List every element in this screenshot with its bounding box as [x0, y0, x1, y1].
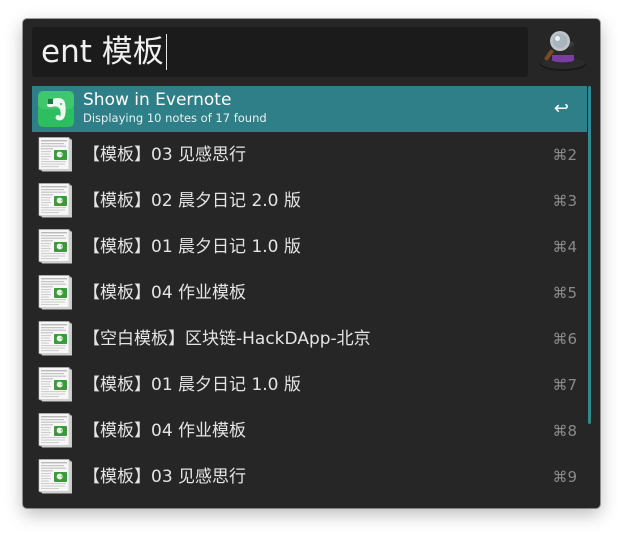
- result-shortcut: ⌘8: [552, 422, 577, 440]
- note-document-icon: [38, 275, 74, 311]
- result-title: 【模板】02 晨夕日记 2.0 版: [83, 191, 301, 211]
- result-row[interactable]: 【模板】02 晨夕日记 2.0 版 ⌘3: [32, 178, 587, 224]
- result-shortcut: ⌘3: [552, 192, 577, 210]
- note-document-icon: [38, 367, 74, 403]
- note-document-icon: [38, 137, 74, 173]
- search-query-text: ent 模板: [41, 32, 167, 72]
- result-title: 【模板】01 晨夕日记 1.0 版: [83, 237, 301, 257]
- result-title: 【模板】04 作业模板: [83, 283, 247, 303]
- search-query: ent 模板: [41, 34, 164, 70]
- result-title: 【模板】03 见感思行: [83, 145, 247, 165]
- return-key-icon: ↩: [553, 98, 569, 119]
- note-document-icon: [38, 321, 74, 357]
- search-input[interactable]: ent 模板: [32, 27, 528, 77]
- text-caret: [165, 33, 167, 70]
- result-row[interactable]: 【模板】01 晨夕日记 1.0 版 ⌘4: [32, 224, 587, 270]
- result-shortcut: ⌘5: [552, 284, 577, 302]
- alfred-hat-icon[interactable]: [536, 27, 592, 77]
- note-document-icon: [38, 229, 74, 265]
- note-document-icon: [38, 183, 74, 219]
- evernote-elephant-icon: [38, 91, 74, 127]
- result-row[interactable]: 【空白模板】区块链-HackDApp-北京 ⌘6: [32, 316, 587, 362]
- result-shortcut: ⌘4: [552, 238, 577, 256]
- result-title: 【模板】01 晨夕日记 1.0 版: [83, 375, 301, 395]
- result-row[interactable]: 【模板】03 见感思行 ⌘2: [32, 132, 587, 178]
- result-row[interactable]: 【模板】04 作业模板 ⌘8: [32, 408, 587, 454]
- result-title: 【模板】03 见感思行: [83, 467, 247, 487]
- result-shortcut: ⌘7: [552, 376, 577, 394]
- result-shortcut: ⌘6: [552, 330, 577, 348]
- result-shortcut: ⌘2: [552, 146, 577, 164]
- result-title: 【空白模板】区块链-HackDApp-北京: [83, 329, 371, 349]
- result-row-show-in-evernote[interactable]: Show in Evernote Displaying 10 notes of …: [32, 86, 587, 132]
- result-row[interactable]: 【模板】03 见感思行 ⌘9: [32, 454, 587, 500]
- result-title: Show in Evernote: [83, 90, 232, 110]
- note-document-icon: [38, 413, 74, 449]
- result-subtitle: Displaying 10 notes of 17 found: [83, 111, 267, 125]
- results-list: Show in Evernote Displaying 10 notes of …: [32, 86, 590, 500]
- result-row[interactable]: 【模板】04 作业模板 ⌘5: [32, 270, 587, 316]
- note-document-icon: [38, 459, 74, 495]
- result-title: 【模板】04 作业模板: [83, 421, 247, 441]
- result-shortcut: ⌘9: [552, 468, 577, 486]
- alfred-window: ent 模板 Show in Evernote Displaying 10 no…: [23, 19, 600, 508]
- result-row[interactable]: 【模板】01 晨夕日记 1.0 版 ⌘7: [32, 362, 587, 408]
